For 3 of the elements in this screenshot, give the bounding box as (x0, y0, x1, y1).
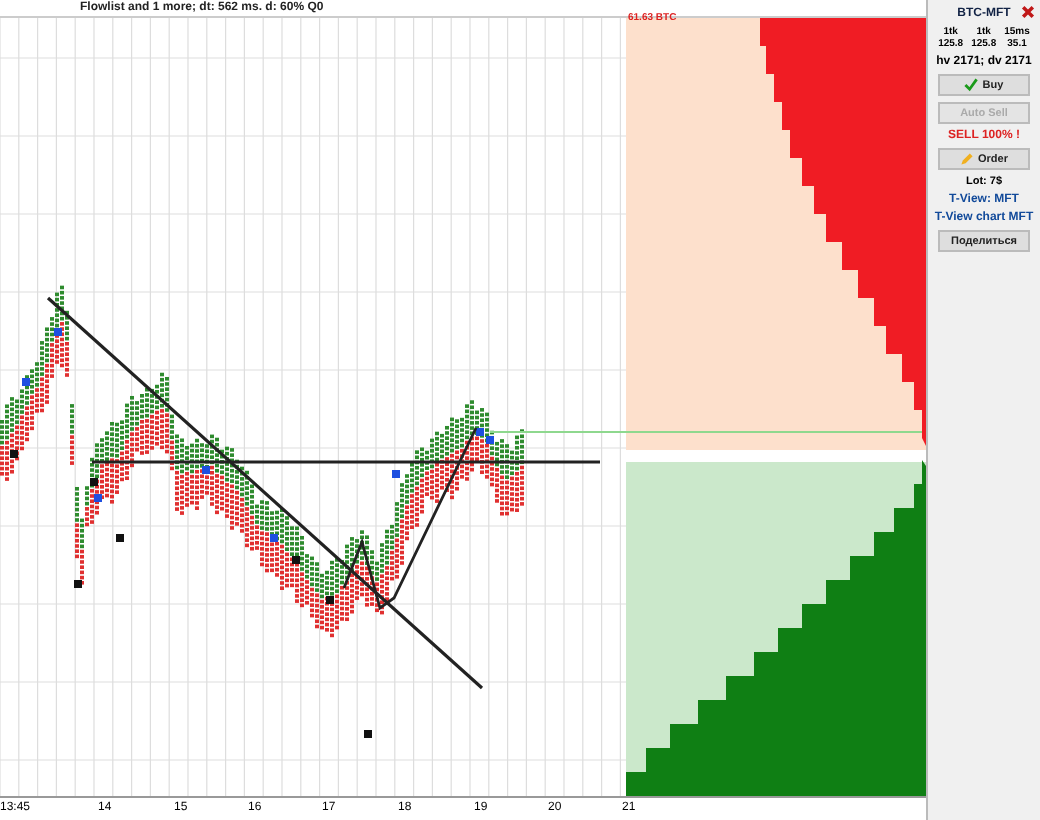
close-icon[interactable] (1020, 4, 1036, 20)
check-icon (964, 78, 979, 92)
pencil-icon (960, 152, 974, 166)
